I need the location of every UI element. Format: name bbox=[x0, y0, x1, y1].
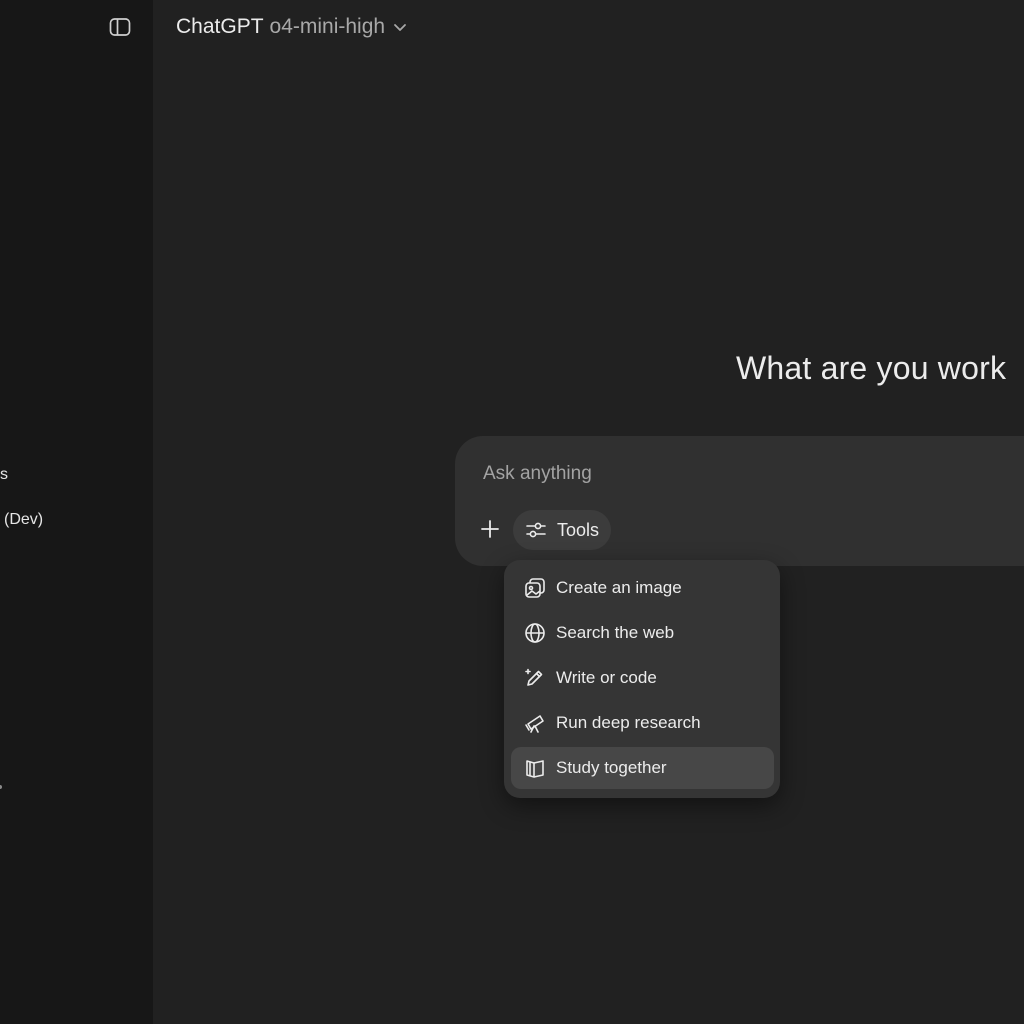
sidebar-item-label: (Dev) bbox=[4, 511, 44, 528]
tools-label: Tools bbox=[557, 519, 600, 540]
sidebar-toggle-button[interactable] bbox=[106, 14, 134, 40]
sidebar: vs (Dev) bbox=[0, 0, 153, 1024]
menu-item-create-image[interactable]: Create an image bbox=[511, 567, 774, 609]
add-attachment-button[interactable] bbox=[475, 514, 505, 544]
menu-item-label: Search the web bbox=[556, 623, 675, 642]
prompt-input[interactable] bbox=[481, 458, 985, 490]
model-name: o4-mini-high bbox=[269, 15, 386, 38]
brand-name: ChatGPT bbox=[176, 15, 264, 38]
sidebar-item-dev[interactable]: (Dev) bbox=[4, 511, 43, 529]
menu-item-write-code[interactable]: Write or code bbox=[511, 657, 774, 699]
globe-icon bbox=[524, 622, 546, 644]
menu-item-label: Create an image bbox=[556, 578, 682, 597]
sidebar-item-label: vs bbox=[0, 466, 8, 483]
chevron-down-icon bbox=[393, 22, 407, 32]
pencil-icon bbox=[524, 667, 546, 689]
menu-item-deep-research[interactable]: Run deep research bbox=[511, 702, 774, 744]
app-window: vs (Dev) ChatGPT o4-mini-high What are y… bbox=[0, 0, 1024, 1024]
menu-item-label: Write or code bbox=[556, 668, 657, 687]
tools-menu: Create an image Search the web Write or … bbox=[504, 560, 780, 798]
book-icon bbox=[524, 757, 546, 779]
image-icon bbox=[524, 577, 546, 599]
composer: Tools bbox=[455, 436, 1024, 566]
plus-icon bbox=[480, 519, 500, 539]
sidebar-dot bbox=[0, 785, 2, 789]
tools-button[interactable]: Tools bbox=[513, 510, 612, 550]
menu-item-label: Study together bbox=[556, 758, 667, 777]
model-picker[interactable]: ChatGPT o4-mini-high bbox=[168, 10, 415, 44]
menu-item-search-web[interactable]: Search the web bbox=[511, 612, 774, 654]
menu-item-study-together[interactable]: Study together bbox=[511, 747, 774, 789]
sliders-icon bbox=[525, 520, 547, 540]
menu-item-label: Run deep research bbox=[556, 713, 701, 732]
sidebar-item-truncated[interactable]: vs bbox=[0, 466, 8, 484]
sidebar-toggle-icon bbox=[109, 17, 131, 37]
page-headline: What are you work bbox=[736, 350, 1007, 386]
telescope-icon bbox=[524, 712, 546, 734]
